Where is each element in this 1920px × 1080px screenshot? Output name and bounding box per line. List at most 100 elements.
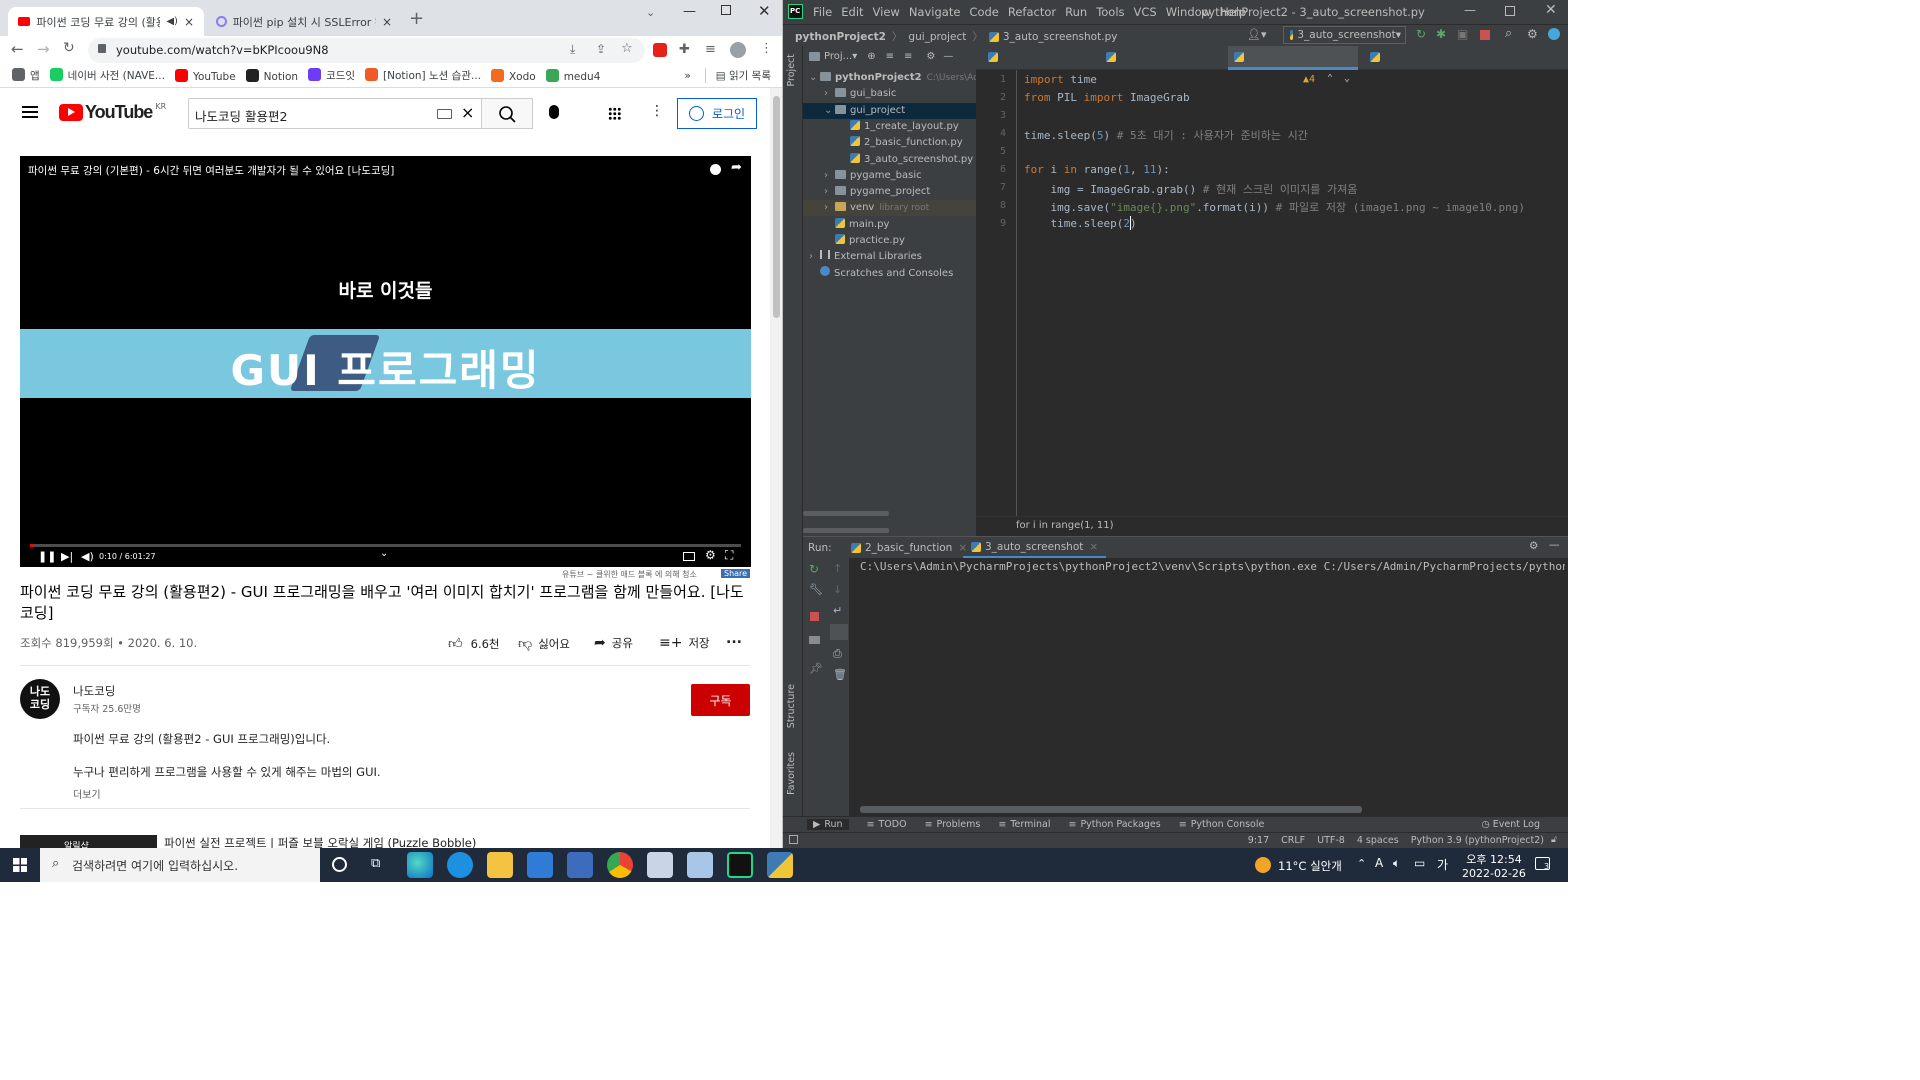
favorites-tool-button[interactable]: Favorites <box>786 752 797 795</box>
bookmark-item[interactable]: [Notion] 노션 습관... <box>365 68 481 83</box>
tool-tab-run[interactable]: ▶ Run <box>807 819 849 830</box>
weather-icon[interactable] <box>1255 857 1271 873</box>
status-item[interactable]: 4 spaces <box>1357 835 1399 846</box>
project-view-dropdown[interactable]: Proj... <box>824 51 852 62</box>
edge-icon[interactable] <box>407 852 433 878</box>
tree-item[interactable]: › venv library root <box>803 200 976 217</box>
keyboard-icon[interactable] <box>437 109 452 119</box>
next-highlight-icon[interactable]: ⌄ <box>1344 73 1350 84</box>
scroll-down-icon[interactable]: ↓ <box>833 583 842 596</box>
code-line[interactable]: img = ImageGrab.grab() # 현재 스크린 이미지를 가져옴 <box>1024 181 1357 197</box>
event-log-button[interactable]: ◷ Event Log <box>1481 819 1540 830</box>
next-video-thumbnail[interactable]: 알릴샵 <box>20 835 157 848</box>
store-icon[interactable] <box>567 852 593 878</box>
tree-item[interactable]: practice.py <box>803 233 976 249</box>
code-line[interactable]: img.save("image{}.png".format(i)) # 파일로 … <box>1024 199 1524 215</box>
editor-scrollbar[interactable] <box>803 511 889 516</box>
editor-tab[interactable]: 2_basic_function.py× <box>1100 46 1223 88</box>
snipping-tool-icon[interactable] <box>647 852 673 878</box>
tree-item[interactable]: 2_basic_function.py <box>803 135 976 151</box>
rerun-icon[interactable]: ↻ <box>1416 27 1426 41</box>
bookmark-item[interactable]: 네이버 사전 (NAVE... <box>49 68 165 83</box>
code-line[interactable]: for i in range(1, 11): <box>1024 163 1170 176</box>
code-line[interactable]: time.sleep(5) # 5초 대기 : 사용자가 준비하는 시간 <box>1024 127 1308 143</box>
volume-icon[interactable]: ◀) <box>81 550 94 563</box>
settings-more-icon[interactable]: ⋮ <box>650 103 664 119</box>
warnings-indicator[interactable]: ▲4 <box>1303 74 1315 85</box>
chevron-down-icon[interactable]: ⌄ <box>824 103 835 119</box>
tree-item[interactable]: ⌄ pythonProject2 C:\Users\Adm <box>803 70 988 86</box>
menu-vcs[interactable]: VCS <box>1134 5 1157 19</box>
tool-tab-python-packages[interactable]: ≡ Python Packages <box>1068 819 1160 830</box>
info-icon[interactable] <box>710 164 721 175</box>
run-tab-auto-screenshot[interactable]: 3_auto_screenshot × <box>963 537 1107 559</box>
settings-gear-icon[interactable]: ⚙ <box>1527 27 1538 41</box>
chevron-right-icon[interactable]: › <box>824 86 835 102</box>
run-hide-icon[interactable]: — <box>1549 539 1560 551</box>
tree-item[interactable]: › pygame_basic <box>803 168 976 184</box>
chevron-down-icon[interactable]: ⌄ <box>809 70 820 86</box>
apps-grid-icon[interactable] <box>608 107 621 120</box>
profile-avatar-icon[interactable] <box>730 42 746 58</box>
like-button[interactable]: 👍︎ 6.6천 <box>448 635 500 652</box>
project-tool-button[interactable]: Project <box>786 54 797 87</box>
chapter-chevron-icon[interactable]: ⌄ <box>380 548 388 559</box>
share-arrow-icon[interactable]: ➦ <box>731 160 742 175</box>
taskbar-search-box[interactable]: ⌕ 검색하려면 여기에 입력하십시오. <box>40 848 320 882</box>
options-gear-icon[interactable]: ⚙ <box>926 51 935 62</box>
bookmark-item[interactable]: Xodo <box>490 68 536 83</box>
mail-icon[interactable] <box>527 852 553 878</box>
editor-tab[interactable]: 1_create_layout.py× <box>982 46 1101 88</box>
modify-config-icon[interactable]: 🔧︎ <box>809 583 823 596</box>
internet-explorer-icon[interactable] <box>447 852 473 878</box>
run-console[interactable]: C:\Users\Admin\PycharmProjects\pythonPro… <box>803 558 1568 816</box>
tool-tab-todo[interactable]: ≡ TODO <box>867 819 907 830</box>
coverage-icon[interactable]: ▣ <box>1457 27 1468 41</box>
chevron-right-icon[interactable]: › <box>824 168 835 184</box>
tree-item[interactable]: Scratches and Consoles <box>803 265 976 282</box>
tree-item[interactable]: 3_auto_screenshot.py <box>803 152 976 168</box>
scroll-to-end-icon[interactable] <box>830 624 848 640</box>
search-button[interactable] <box>482 98 533 129</box>
share-button[interactable]: ➦ 공유 <box>594 635 633 651</box>
layout-icon[interactable] <box>809 636 820 644</box>
menu-edit[interactable]: Edit <box>841 5 863 19</box>
subtitles-icon[interactable] <box>683 552 695 561</box>
bookmarks-overflow-button[interactable]: » <box>684 70 690 82</box>
pycharm-taskbar-icon[interactable] <box>727 852 753 878</box>
tab-close-icon[interactable]: × <box>382 15 392 29</box>
more-actions-button[interactable]: ... <box>726 631 742 647</box>
chevron-right-icon[interactable]: › <box>824 184 835 200</box>
tree-item[interactable]: 1_create_layout.py <box>803 119 976 135</box>
run-config-selector[interactable]: 3_auto_screenshot ▾ <box>1283 26 1406 44</box>
tree-item[interactable]: ⌄ gui_project <box>803 102 976 119</box>
editor-tab[interactable]: 3_auto_screenshot.py× <box>1228 46 1362 88</box>
breadcrumb-file[interactable]: 3_auto_screenshot.py <box>1003 31 1118 43</box>
structure-tool-button[interactable]: Structure <box>786 684 797 728</box>
tree-item[interactable]: › gui_basic <box>803 86 976 102</box>
media-control-icon[interactable]: ≡ <box>705 42 716 57</box>
chevron-right-icon[interactable]: › <box>824 200 835 216</box>
stop-icon[interactable] <box>810 612 819 621</box>
next-icon[interactable]: ▶| <box>61 550 73 563</box>
network-icon[interactable]: ▭ <box>1414 856 1425 870</box>
browser-tab-pip[interactable]: 파이썬 pip 설치 시 SSLError 해결 × <box>206 7 402 36</box>
breadcrumb-project[interactable]: pythonProject2 <box>795 31 886 43</box>
page-scrollbar[interactable] <box>770 88 782 848</box>
extension-adblock-icon[interactable] <box>653 43 667 57</box>
menu-file[interactable]: File <box>813 5 832 19</box>
new-tab-button[interactable]: + <box>409 8 424 29</box>
status-item[interactable]: CRLF <box>1281 835 1305 846</box>
menu-tools[interactable]: Tools <box>1096 5 1124 19</box>
extensions-puzzle-icon[interactable]: ✚ <box>679 42 690 57</box>
expand-all-icon[interactable]: ≡ <box>886 51 894 62</box>
chrome-taskbar-icon[interactable] <box>607 852 633 878</box>
bookmark-item[interactable]: Notion <box>245 68 298 83</box>
search-everywhere-icon[interactable]: ⌕ <box>1505 26 1512 41</box>
menu-run[interactable]: Run <box>1065 5 1087 19</box>
minimize-button[interactable]: — <box>683 4 696 19</box>
prev-highlight-icon[interactable]: ⌃ <box>1327 73 1333 84</box>
voice-search-icon[interactable] <box>549 105 559 119</box>
next-video-title[interactable]: 파이썬 실전 프로젝트 | 퍼즐 보블 오락실 게임 (Puzzle Bobbl… <box>164 835 476 848</box>
bookmark-item[interactable]: 코드잇 <box>308 68 355 83</box>
